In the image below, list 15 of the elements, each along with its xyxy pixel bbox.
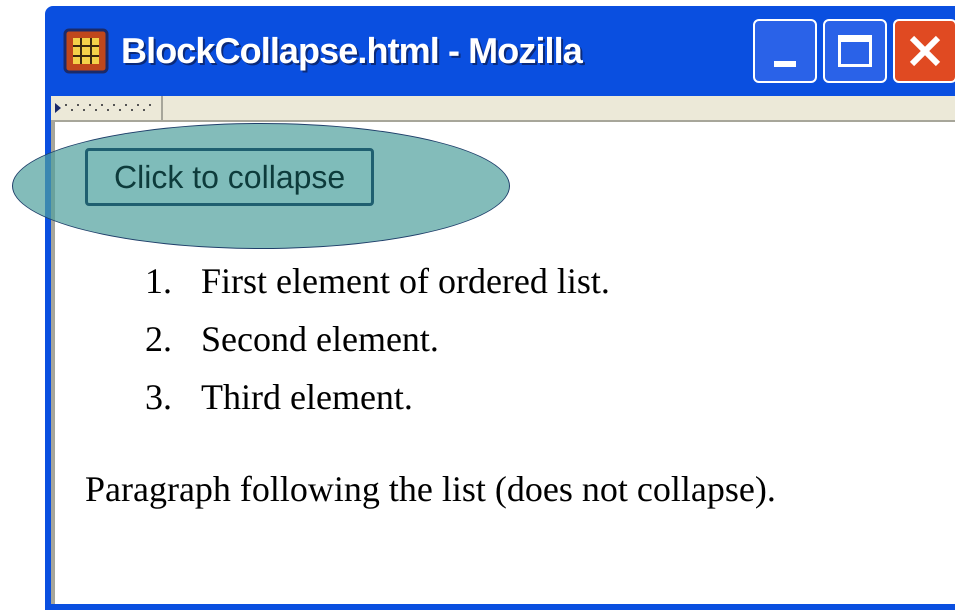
list-item-text: Third element.: [201, 376, 413, 419]
list-number: 1.: [145, 260, 173, 303]
paragraph: Paragraph following the list (does not collapse).: [85, 468, 777, 511]
list-item-text: First element of ordered list.: [201, 260, 610, 303]
maximize-button[interactable]: [823, 19, 887, 83]
list-item-text: Second element.: [201, 318, 439, 361]
window-title: BlockCollapse.html - Mozilla: [121, 29, 582, 73]
collapse-button[interactable]: Click to collapse: [85, 148, 374, 206]
list-number: 3.: [145, 376, 173, 419]
app-icon: [63, 28, 109, 74]
triangle-icon: [55, 103, 61, 113]
close-icon: [908, 34, 942, 68]
close-button[interactable]: [893, 19, 955, 83]
list-number: 2.: [145, 318, 173, 361]
minimize-button[interactable]: [753, 19, 817, 83]
